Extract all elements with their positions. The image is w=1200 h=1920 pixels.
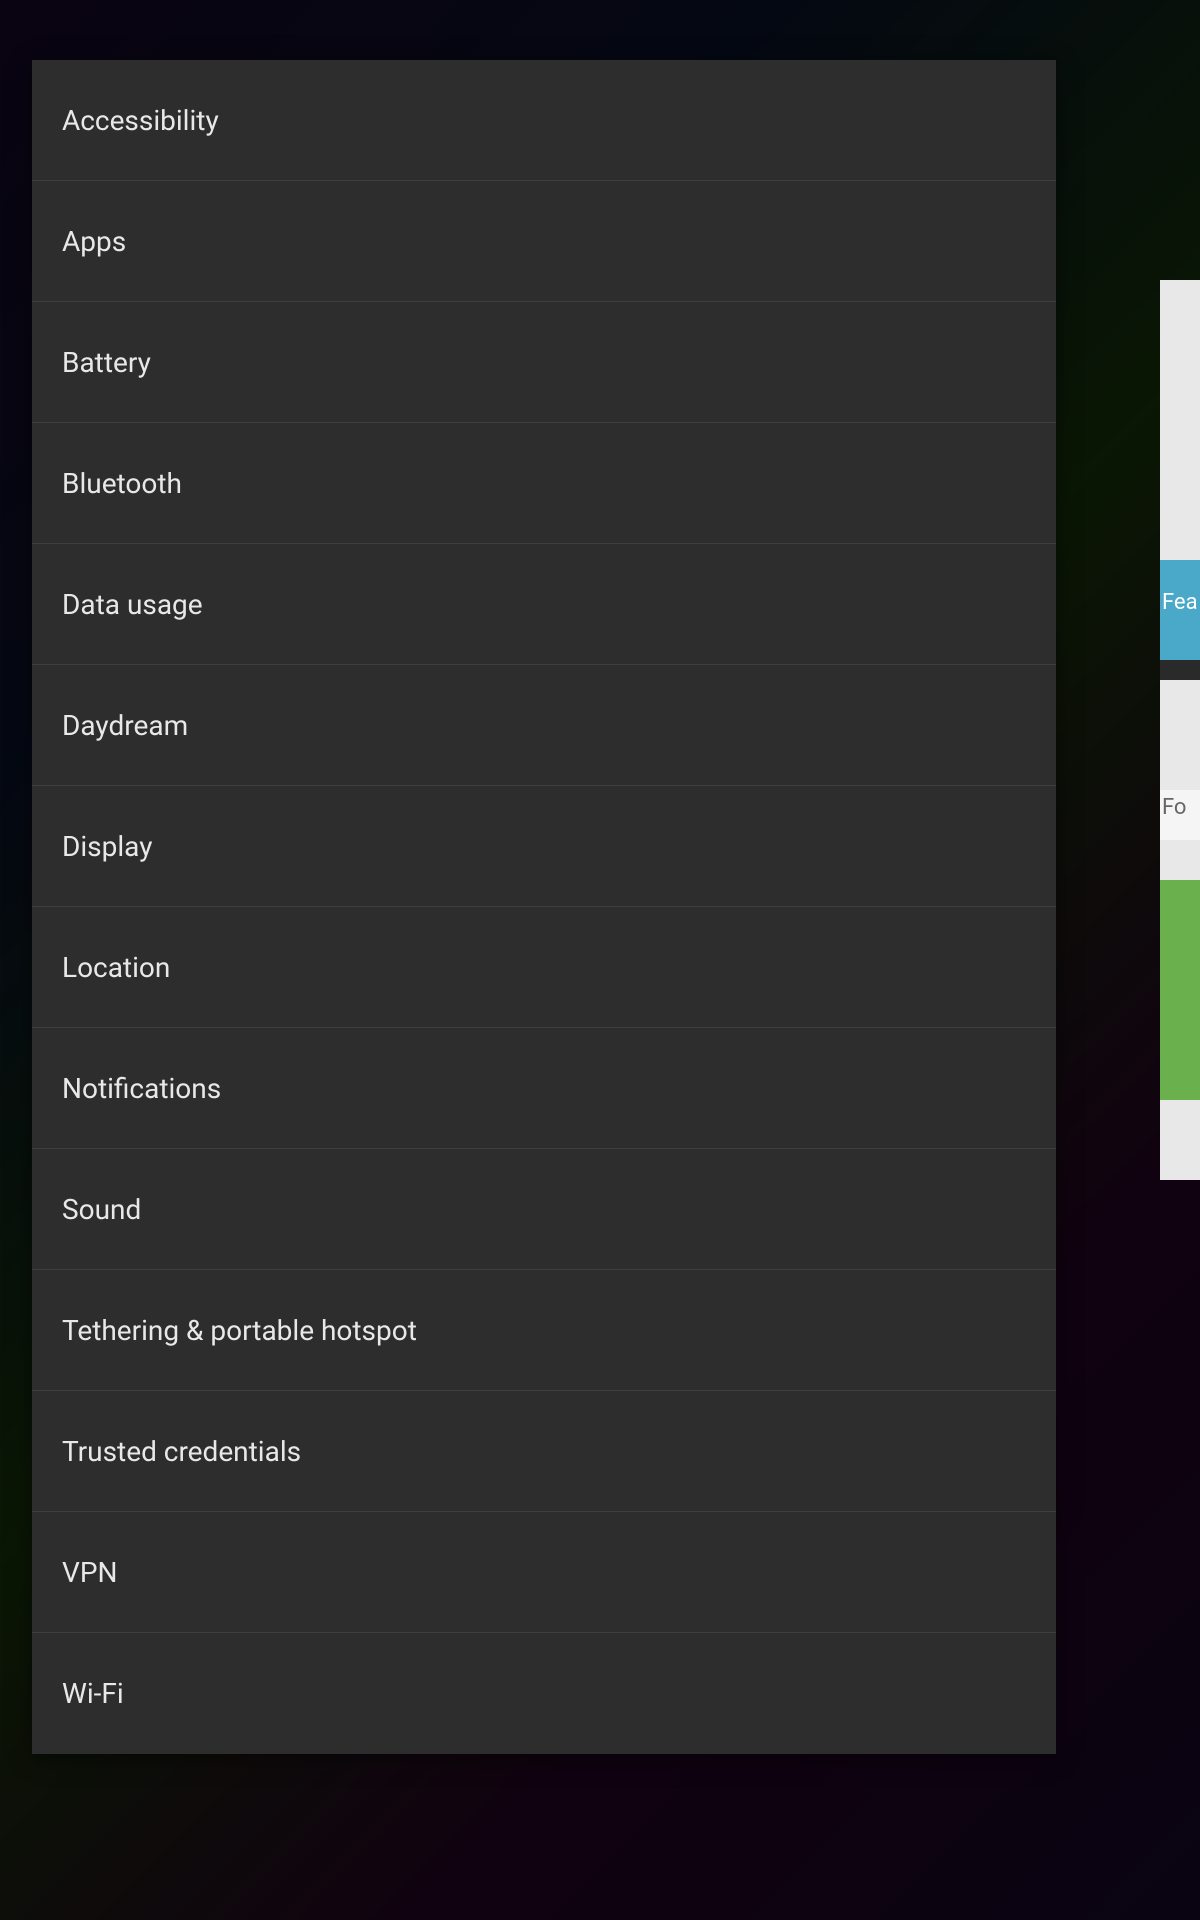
background-widget-dark (1160, 660, 1200, 680)
menu-item-label: Location (62, 951, 170, 984)
menu-item-daydream[interactable]: Daydream (32, 665, 1056, 786)
menu-item-label: Accessibility (62, 104, 219, 137)
menu-item-label: Sound (62, 1193, 141, 1226)
menu-item-vpn[interactable]: VPN (32, 1512, 1056, 1633)
menu-item-trusted-credentials[interactable]: Trusted credentials (32, 1391, 1056, 1512)
menu-item-label: Notifications (62, 1072, 221, 1105)
background-widget-green (1160, 880, 1200, 1100)
menu-item-notifications[interactable]: Notifications (32, 1028, 1056, 1149)
menu-item-label: Tethering & portable hotspot (62, 1314, 417, 1347)
menu-item-label: Wi-Fi (62, 1677, 124, 1710)
menu-item-accessibility[interactable]: Accessibility (32, 60, 1056, 181)
menu-item-sound[interactable]: Sound (32, 1149, 1056, 1270)
menu-item-label: VPN (62, 1556, 117, 1589)
menu-item-label: Apps (62, 225, 126, 258)
menu-item-label: Battery (62, 346, 151, 379)
menu-item-display[interactable]: Display (32, 786, 1056, 907)
menu-item-label: Trusted credentials (62, 1435, 301, 1468)
menu-item-label: Daydream (62, 709, 188, 742)
menu-item-data-usage[interactable]: Data usage (32, 544, 1056, 665)
menu-item-location[interactable]: Location (32, 907, 1056, 1028)
menu-item-label: Bluetooth (62, 467, 182, 500)
background-widget-teal: Fea (1160, 560, 1200, 660)
menu-item-bluetooth[interactable]: Bluetooth (32, 423, 1056, 544)
settings-menu: Accessibility Apps Battery Bluetooth Dat… (32, 60, 1056, 1754)
menu-item-label: Data usage (62, 588, 203, 621)
menu-item-wifi[interactable]: Wi-Fi (32, 1633, 1056, 1754)
menu-item-label: Display (62, 830, 152, 863)
menu-item-apps[interactable]: Apps (32, 181, 1056, 302)
menu-item-battery[interactable]: Battery (32, 302, 1056, 423)
menu-item-tethering[interactable]: Tethering & portable hotspot (32, 1270, 1056, 1391)
background-widget-white: Fo (1160, 790, 1200, 840)
